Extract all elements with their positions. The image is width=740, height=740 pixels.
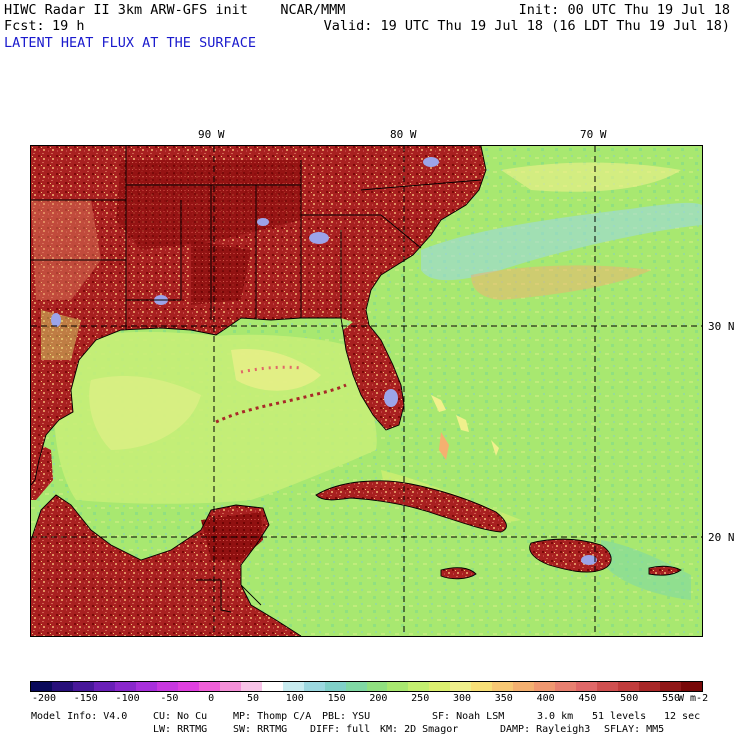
colorbar-swatch <box>618 682 640 691</box>
colorbar-tick-label: 350 <box>494 693 513 704</box>
colorbar-swatch <box>660 682 682 691</box>
colorbar-tick-label: 100 <box>285 693 304 704</box>
colorbar-tick-label: 200 <box>369 693 388 704</box>
colorbar-swatch <box>534 682 556 691</box>
colorbar-swatch <box>513 682 535 691</box>
model-info-line2-item: LW: RRTMG <box>153 724 208 735</box>
colorbar-tick-label: 50 <box>246 693 260 704</box>
colorbar-swatch <box>261 682 283 691</box>
init-time: Init: 00 UTC Thu 19 Jul 18 <box>518 2 730 18</box>
model-info-line1-item: 51 levels <box>592 711 647 722</box>
model-info-line2-item: SW: RRTMG <box>233 724 288 735</box>
colorbar-swatch <box>31 682 52 691</box>
model-info-line1-item: PBL: YSU <box>322 711 371 722</box>
colorbar-tick-label: 450 <box>578 693 597 704</box>
colorbar-swatch <box>51 682 73 691</box>
colorbar-swatch <box>240 682 262 691</box>
forecast-hour-value: 19 h <box>52 18 85 34</box>
colorbar-swatch <box>450 682 472 691</box>
colorbar-tick-label: -150 <box>73 693 98 704</box>
latent-heat-flux-map <box>30 145 703 637</box>
colorbar-tick-labels: -200 -150 -100 -50 0 50 100 150 200 250 300 350 400 4… <box>0 693 740 707</box>
colorbar-swatch <box>324 682 346 691</box>
colorbar-tick-label: 300 <box>452 693 472 704</box>
colorbar-swatch <box>303 682 325 691</box>
colorbar-swatch <box>282 682 304 691</box>
model-title: HIWC Radar II 3km ARW-GFS init NCAR/MMM <box>4 2 346 18</box>
longitude-label-90w: 90 W <box>198 128 225 141</box>
model-info-line2-item: DAMP: Rayleigh3 <box>500 724 591 735</box>
colorbar <box>30 681 703 692</box>
latitude-label-20n: 20 N <box>708 531 735 544</box>
colorbar-swatch <box>387 682 409 691</box>
colorbar-swatch <box>492 682 514 691</box>
colorbar-swatch <box>366 682 388 691</box>
colorbar-swatch <box>597 682 619 691</box>
colorbar-tick-label: 500 <box>620 693 639 704</box>
colorbar-tick-label: 0 <box>208 693 215 704</box>
colorbar-tick-label: -100 <box>115 693 140 704</box>
field-title: LATENT HEAT FLUX AT THE SURFACE <box>4 35 256 51</box>
colorbar-swatch <box>156 682 178 691</box>
colorbar-tick-label: -200 <box>31 693 57 704</box>
forecast-hour-label: Fcst: <box>4 18 45 34</box>
model-info-line1-item: 3.0 km <box>537 711 574 722</box>
model-info-line2-item: KM: 2D Smagor <box>380 724 459 735</box>
longitude-label-80w: 80 W <box>390 128 417 141</box>
model-info-line1-item: Model Info: V4.0 <box>31 711 128 722</box>
colorbar-swatch <box>219 682 241 691</box>
model-info-line1-item: MP: Thomp C/A <box>233 711 312 722</box>
colorbar-swatch <box>198 682 220 691</box>
colorbar-swatch <box>345 682 367 691</box>
colorbar-swatch <box>135 682 157 691</box>
colorbar-swatch <box>576 682 598 691</box>
valid-time: Valid: 19 UTC Thu 19 Jul 18 (16 LDT Thu … <box>323 18 730 34</box>
colorbar-swatch <box>639 682 661 691</box>
model-info-line1-item: 12 sec <box>664 711 701 722</box>
colorbar-swatch <box>429 682 451 691</box>
model-info-line2-item: DIFF: full <box>310 724 371 735</box>
colorbar-tick-label: 150 <box>327 693 346 704</box>
model-info-line1-item: SF: Noah LSM <box>432 711 505 722</box>
model-info-line1-item: CU: No Cu <box>153 711 208 722</box>
colorbar-tick-label: 400 <box>536 693 555 704</box>
colorbar-swatch <box>408 682 430 691</box>
model-info-line2-item: SFLAY: MM5 <box>604 724 665 735</box>
colorbar-tick-label: 250 <box>411 693 430 704</box>
colorbar-swatch <box>114 682 136 691</box>
colorbar-swatch <box>681 682 702 691</box>
colorbar-units: W m-2 <box>678 693 709 704</box>
colorbar-tick-label: -50 <box>160 693 179 704</box>
colorbar-swatch <box>93 682 115 691</box>
colorbar-swatch <box>177 682 199 691</box>
colorbar-swatch <box>471 682 493 691</box>
colorbar-swatch <box>555 682 577 691</box>
colorbar-swatch <box>72 682 94 691</box>
latitude-label-30n: 30 N <box>708 320 735 333</box>
longitude-label-70w: 70 W <box>580 128 607 141</box>
